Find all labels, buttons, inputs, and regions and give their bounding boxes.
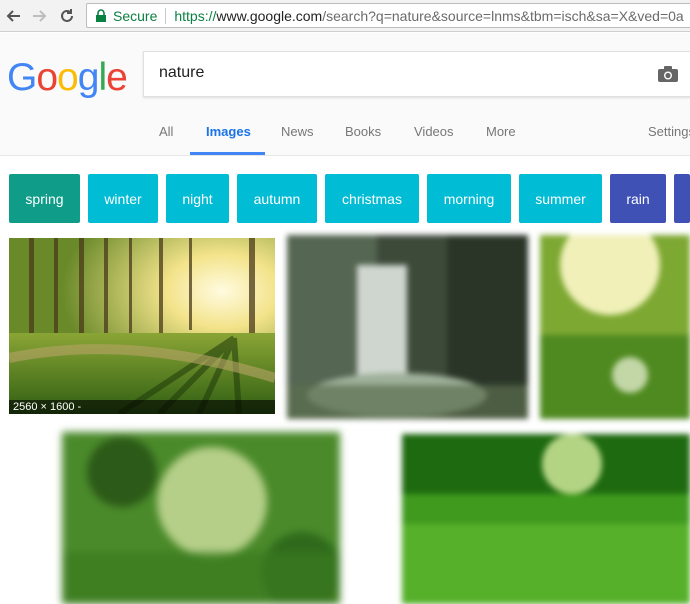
chip-spring[interactable]: spring — [9, 174, 80, 223]
field-photo — [402, 434, 690, 604]
address-bar[interactable]: Secure https://www.google.com/search?q=n… — [86, 3, 690, 28]
tab-videos[interactable]: Videos — [414, 125, 454, 155]
google-header: Google All Images News Books Videos More… — [0, 33, 690, 156]
omnibox-separator — [165, 7, 167, 24]
related-chips: spring winter night autumn christmas mor… — [0, 174, 690, 224]
url-scheme: https:// — [174, 7, 217, 24]
lock-icon — [93, 8, 109, 24]
meadow-photo — [540, 235, 690, 419]
reload-icon[interactable] — [56, 5, 78, 27]
result-image-green-field[interactable] — [402, 434, 690, 604]
waterfall-photo — [287, 235, 528, 419]
active-tab-indicator — [190, 152, 265, 155]
image-dimensions: 2560 × 1600 - — [9, 400, 275, 414]
search-input[interactable] — [159, 64, 629, 82]
chip-summer[interactable]: summer — [519, 174, 602, 223]
chip-christmas[interactable]: christmas — [325, 174, 419, 223]
search-box — [143, 51, 690, 97]
tab-books[interactable]: Books — [345, 125, 381, 155]
url-host: www.google.com — [216, 7, 323, 24]
tab-news[interactable]: News — [281, 125, 314, 155]
google-logo[interactable]: Google — [7, 56, 128, 100]
forest-photo — [9, 238, 275, 414]
result-image-waterfall[interactable] — [287, 235, 528, 419]
chip-night[interactable]: night — [166, 174, 229, 223]
forward-icon[interactable] — [28, 5, 50, 27]
result-image-meadow[interactable] — [540, 235, 690, 419]
chip-rain[interactable]: rain — [610, 174, 666, 223]
camera-icon[interactable] — [657, 64, 679, 89]
chip-autumn[interactable]: autumn — [237, 174, 317, 223]
tab-all[interactable]: All — [159, 125, 173, 155]
url-path: /search?q=nature&source=lnms&tbm=isch&sa… — [322, 7, 684, 24]
result-image-green-bokeh[interactable] — [62, 432, 340, 604]
chip-winter[interactable]: winter — [88, 174, 158, 223]
bokeh-photo — [62, 432, 340, 604]
result-image-forest-sunrise[interactable]: 2560 × 1600 - — [9, 238, 275, 414]
back-icon[interactable] — [3, 5, 25, 27]
chip-morning[interactable]: morning — [427, 174, 511, 223]
tab-settings[interactable]: Settings — [648, 125, 690, 155]
tab-images[interactable]: Images — [206, 125, 251, 155]
chip-partial[interactable] — [674, 174, 690, 223]
secure-label: Secure — [113, 7, 158, 24]
tab-more[interactable]: More — [486, 125, 516, 155]
search-tabs: All Images News Books Videos More Settin… — [0, 125, 690, 156]
browser-toolbar: Secure https://www.google.com/search?q=n… — [0, 0, 690, 32]
